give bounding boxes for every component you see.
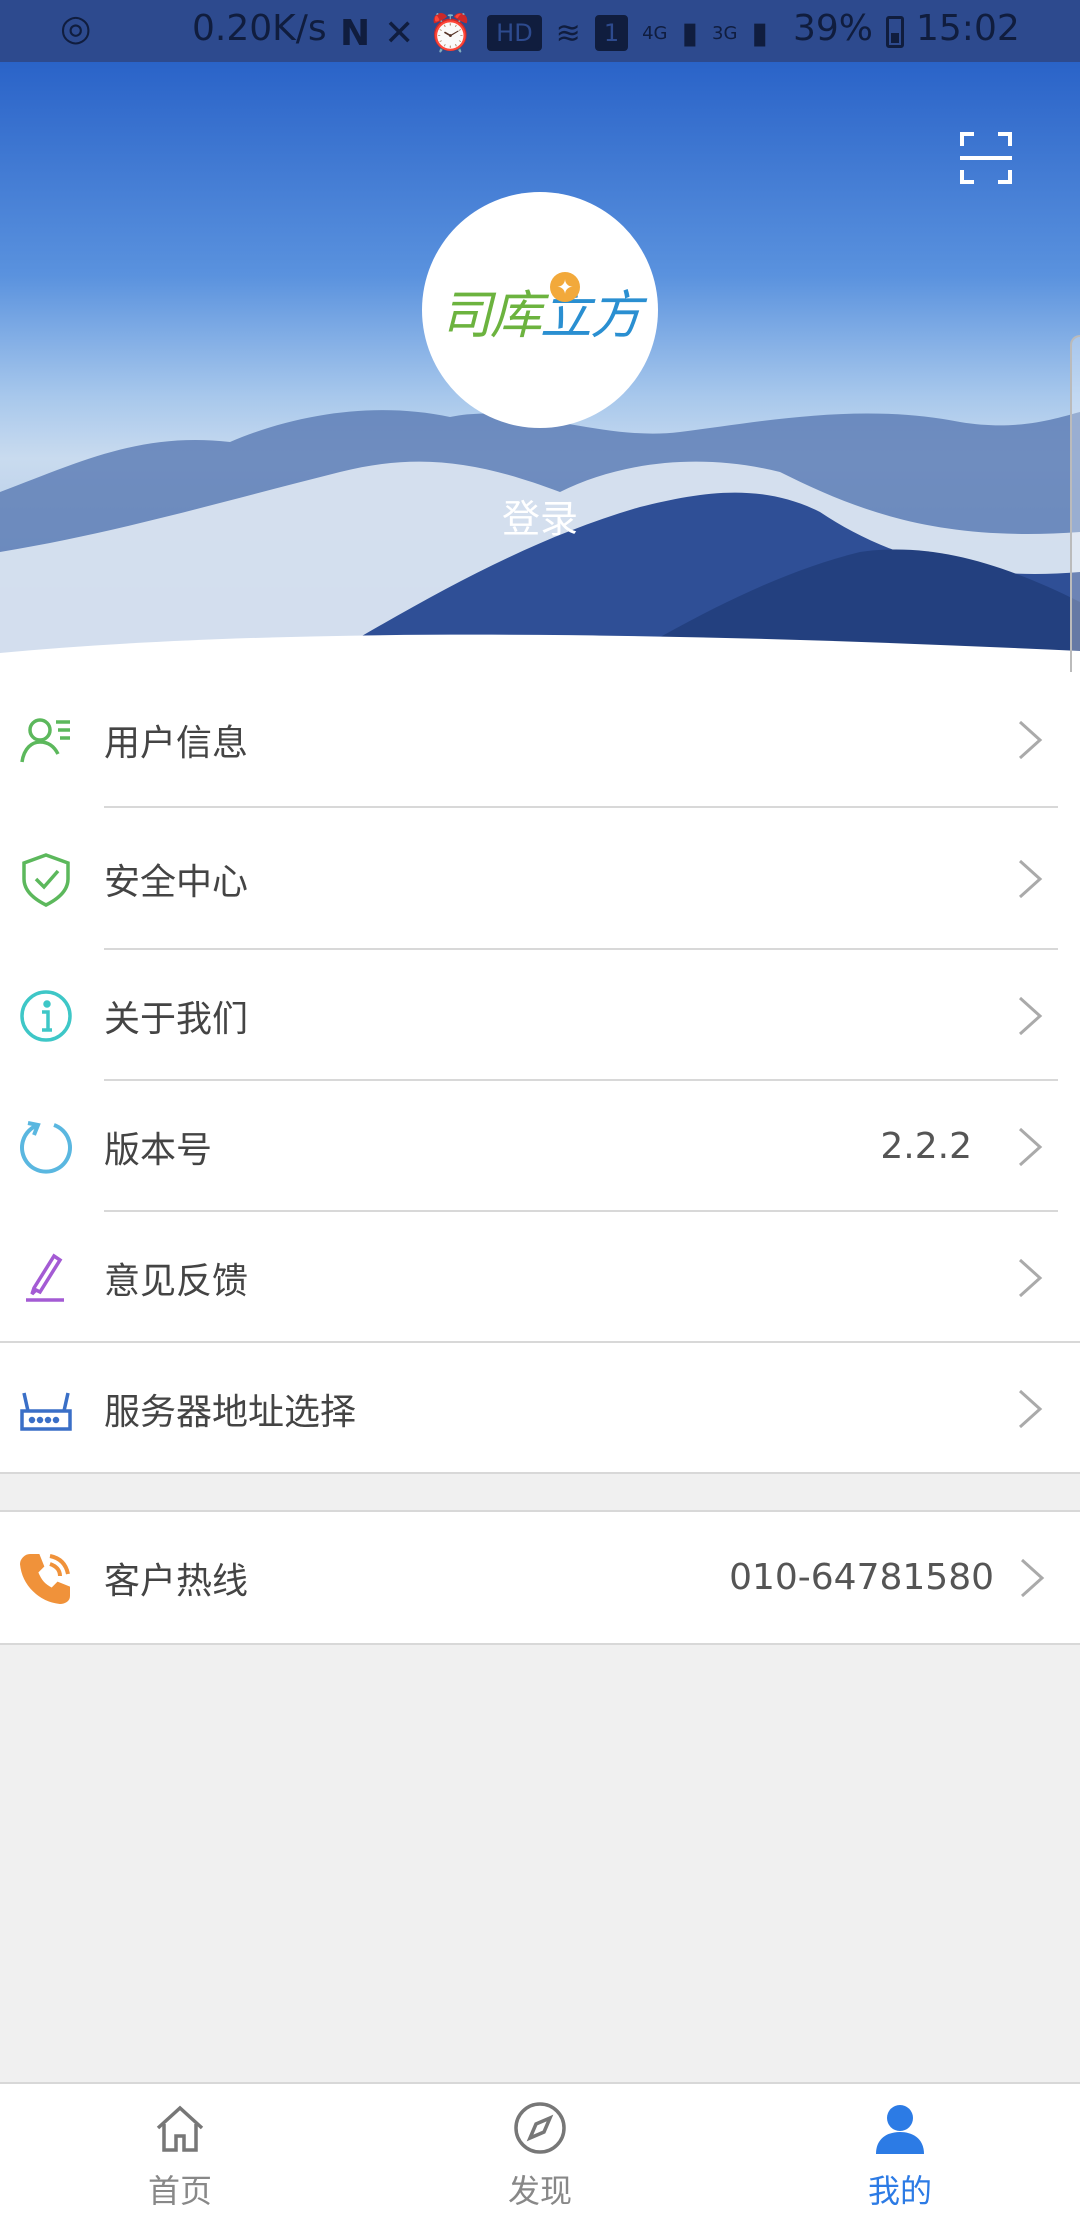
bottom-tab-bar: 首页 发现 我的 — [0, 2082, 1080, 2220]
network-4g: 4G — [642, 22, 668, 44]
mute-icon: ✕ — [384, 12, 415, 54]
alarm-icon: ⏰ — [428, 13, 474, 54]
avatar[interactable]: 司库立方 ✦ — [422, 192, 658, 428]
tab-mine[interactable]: 我的 — [720, 2084, 1080, 2220]
star-icon: ✦ — [550, 272, 580, 302]
home-icon — [156, 2105, 204, 2152]
chevron-right-icon — [1018, 1127, 1043, 1166]
sync-icon: ◎ — [60, 8, 92, 49]
chevron-right-icon — [1020, 1558, 1045, 1597]
refresh-icon — [18, 1119, 74, 1175]
router-icon — [18, 1381, 74, 1437]
scan-icon — [960, 132, 1012, 184]
chevron-right-icon — [1018, 859, 1043, 899]
net-speed: 0.20K/s — [192, 8, 327, 49]
logo: 司库立方 — [439, 285, 642, 346]
hd-badge: HD — [487, 15, 542, 51]
menu-item-user-info[interactable]: 用户信息 — [0, 672, 1080, 808]
shield-check-icon — [18, 851, 74, 907]
chevron-right-icon — [1018, 720, 1043, 760]
status-icons: N ✕ ⏰ HD ≋ 1 4G ▮ 3G ▮ — [340, 12, 768, 55]
login-link[interactable]: 登录 — [0, 488, 1080, 543]
info-icon — [18, 988, 74, 1044]
pen-icon — [18, 1250, 74, 1306]
clock: 15:02 — [916, 8, 1020, 49]
header-curve — [0, 634, 1080, 672]
signal-icon: ▮ — [681, 15, 699, 51]
menu-item-hotline[interactable]: 客户热线 010-64781580 — [0, 1512, 1080, 1643]
profile-header: 司库立方 ✦ 登录 — [0, 62, 1080, 672]
status-bar: ◎ 0.20K/s N ✕ ⏰ HD ≋ 1 4G ▮ 3G ▮ 39% 15:… — [0, 0, 1080, 62]
chevron-right-icon — [1018, 1258, 1043, 1297]
tab-home[interactable]: 首页 — [0, 2084, 360, 2220]
battery-percent: 39% — [793, 8, 874, 49]
chevron-right-icon — [1018, 996, 1043, 1035]
battery-icon — [886, 16, 904, 48]
menu-item-server-address[interactable]: 服务器地址选择 — [0, 1343, 1080, 1474]
person-icon — [876, 2105, 924, 2154]
menu-item-about-us[interactable]: 关于我们 — [0, 950, 1080, 1081]
divider — [0, 1472, 1080, 1474]
compass-icon — [514, 2102, 566, 2154]
phone-icon — [18, 1550, 74, 1606]
hotline-section: 客户热线 010-64781580 — [0, 1510, 1080, 1645]
version-value: 2.2.2 — [880, 1126, 972, 1167]
menu-item-security-center[interactable]: 安全中心 — [0, 808, 1080, 950]
tab-discover[interactable]: 发现 — [360, 2084, 720, 2220]
scan-button[interactable] — [958, 130, 1014, 186]
menu-item-version[interactable]: 版本号 2.2.2 — [0, 1081, 1080, 1212]
user-info-icon — [18, 712, 74, 768]
network-3g: 3G — [712, 22, 738, 44]
sim-badge: 1 — [594, 15, 629, 51]
wifi-icon: ≋ — [555, 15, 581, 51]
hotline-number[interactable]: 010-64781580 — [729, 1557, 994, 1598]
settings-menu: 用户信息 安全中心 关于我们 版本号 2.2.2 意见反馈 服务器地址选择 — [0, 672, 1080, 1474]
menu-item-feedback[interactable]: 意见反馈 — [0, 1212, 1080, 1343]
nfc-icon: N — [340, 12, 371, 54]
chevron-right-icon — [1018, 1389, 1043, 1428]
signal-icon-2: ▮ — [751, 15, 768, 51]
